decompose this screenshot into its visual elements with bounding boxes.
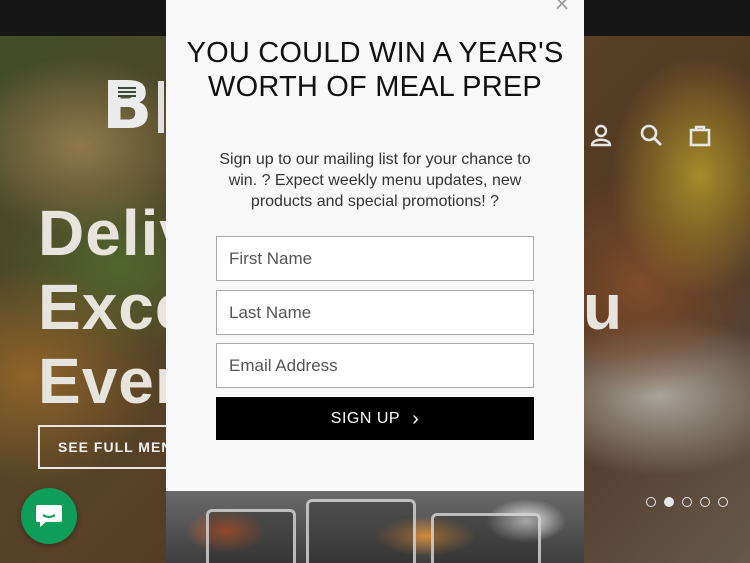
- last-name-field[interactable]: [216, 290, 534, 335]
- slider-dot[interactable]: [682, 497, 692, 507]
- slider-dot[interactable]: [646, 497, 656, 507]
- first-name-field[interactable]: [216, 236, 534, 281]
- chat-icon: [36, 505, 62, 527]
- cart-icon[interactable]: [685, 120, 715, 150]
- popup-subtitle: Sign up to our mailing list for your cha…: [219, 151, 531, 210]
- slider-dots: [646, 497, 728, 509]
- close-popup-button[interactable]: ×: [553, 0, 571, 13]
- sign-up-button[interactable]: SIGN UP ›: [216, 397, 534, 440]
- chat-button[interactable]: [21, 488, 77, 544]
- popup-title: YOU COULD WIN A YEAR'S WORTH OF MEAL PRE…: [186, 37, 564, 103]
- flag-icon: [118, 87, 136, 97]
- slider-dot-active[interactable]: [664, 497, 674, 507]
- header-icons: [560, 86, 750, 120]
- sign-up-label: SIGN UP: [330, 409, 401, 427]
- slider-dot[interactable]: [700, 497, 710, 507]
- slider-dot[interactable]: [718, 497, 728, 507]
- user-icon[interactable]: [586, 120, 616, 150]
- chevron-right-icon: ›: [412, 407, 420, 430]
- search-icon[interactable]: [636, 120, 666, 150]
- popup-food-image: [166, 491, 584, 563]
- email-field[interactable]: [216, 343, 534, 388]
